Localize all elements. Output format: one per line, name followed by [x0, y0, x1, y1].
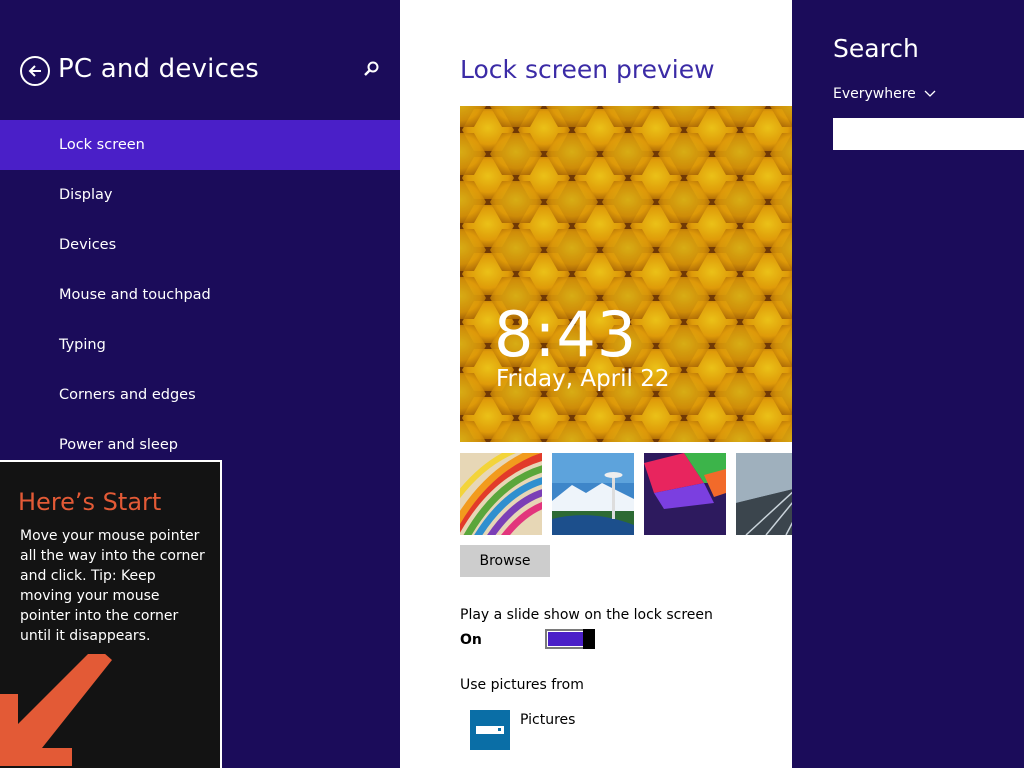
thumbnail-train[interactable] — [736, 453, 792, 535]
lock-screen-page: Lock screen preview 8:43 Friday, April 2… — [400, 0, 792, 768]
preview-date: Friday, April 22 — [496, 366, 670, 392]
ribbons-image — [460, 453, 542, 535]
slideshow-toggle[interactable] — [545, 629, 595, 649]
nav-item-display[interactable]: Display — [0, 170, 400, 220]
nav-item-corners-and-edges[interactable]: Corners and edges — [0, 370, 400, 420]
settings-nav: Lock screen Display Devices Mouse and to… — [0, 120, 400, 470]
train-image — [736, 453, 792, 535]
use-pictures-label: Use pictures from — [460, 677, 584, 693]
search-charm: Search Everywhere — [792, 0, 1024, 768]
shapes-image — [644, 453, 726, 535]
search-input[interactable] — [833, 118, 1024, 150]
slideshow-label: Play a slide show on the lock screen — [460, 607, 713, 623]
background-thumbnails — [460, 453, 792, 535]
pictures-source-label[interactable]: Pictures — [520, 712, 575, 728]
preview-clock: 8:43 — [494, 298, 638, 371]
pane-title: PC and devices — [58, 54, 260, 84]
space-needle-image — [552, 453, 634, 535]
search-title: Search — [833, 34, 919, 63]
search-scope-value: Everywhere — [833, 86, 916, 102]
back-button[interactable] — [20, 56, 50, 86]
lock-screen-preview: 8:43 Friday, April 22 — [460, 106, 792, 442]
nav-item-mouse-and-touchpad[interactable]: Mouse and touchpad — [0, 270, 400, 320]
nav-item-devices[interactable]: Devices — [0, 220, 400, 270]
toggle-track-fill — [548, 632, 584, 646]
nav-item-lock-screen[interactable]: Lock screen — [0, 120, 400, 170]
slideshow-state-label: On — [460, 632, 482, 648]
search-icon[interactable] — [362, 60, 380, 78]
pictures-folder-icon[interactable] — [470, 710, 510, 750]
nav-item-typing[interactable]: Typing — [0, 320, 400, 370]
tip-title: Here’s Start — [18, 488, 162, 516]
corner-arrow-icon — [0, 654, 112, 766]
thumbnail-ribbons[interactable] — [460, 453, 542, 535]
thumbnail-shapes[interactable] — [644, 453, 726, 535]
toggle-thumb[interactable] — [583, 629, 595, 649]
start-tip-panel: Here’s Start Move your mouse pointer all… — [0, 460, 222, 768]
search-scope-dropdown[interactable]: Everywhere — [833, 86, 936, 102]
back-arrow-icon — [28, 65, 41, 77]
thumbnail-space-needle[interactable] — [552, 453, 634, 535]
tip-body: Move your mouse pointer all the way into… — [20, 528, 205, 644]
browse-button[interactable]: Browse — [460, 545, 550, 577]
chevron-down-icon — [924, 90, 936, 97]
page-title: Lock screen preview — [460, 55, 715, 84]
